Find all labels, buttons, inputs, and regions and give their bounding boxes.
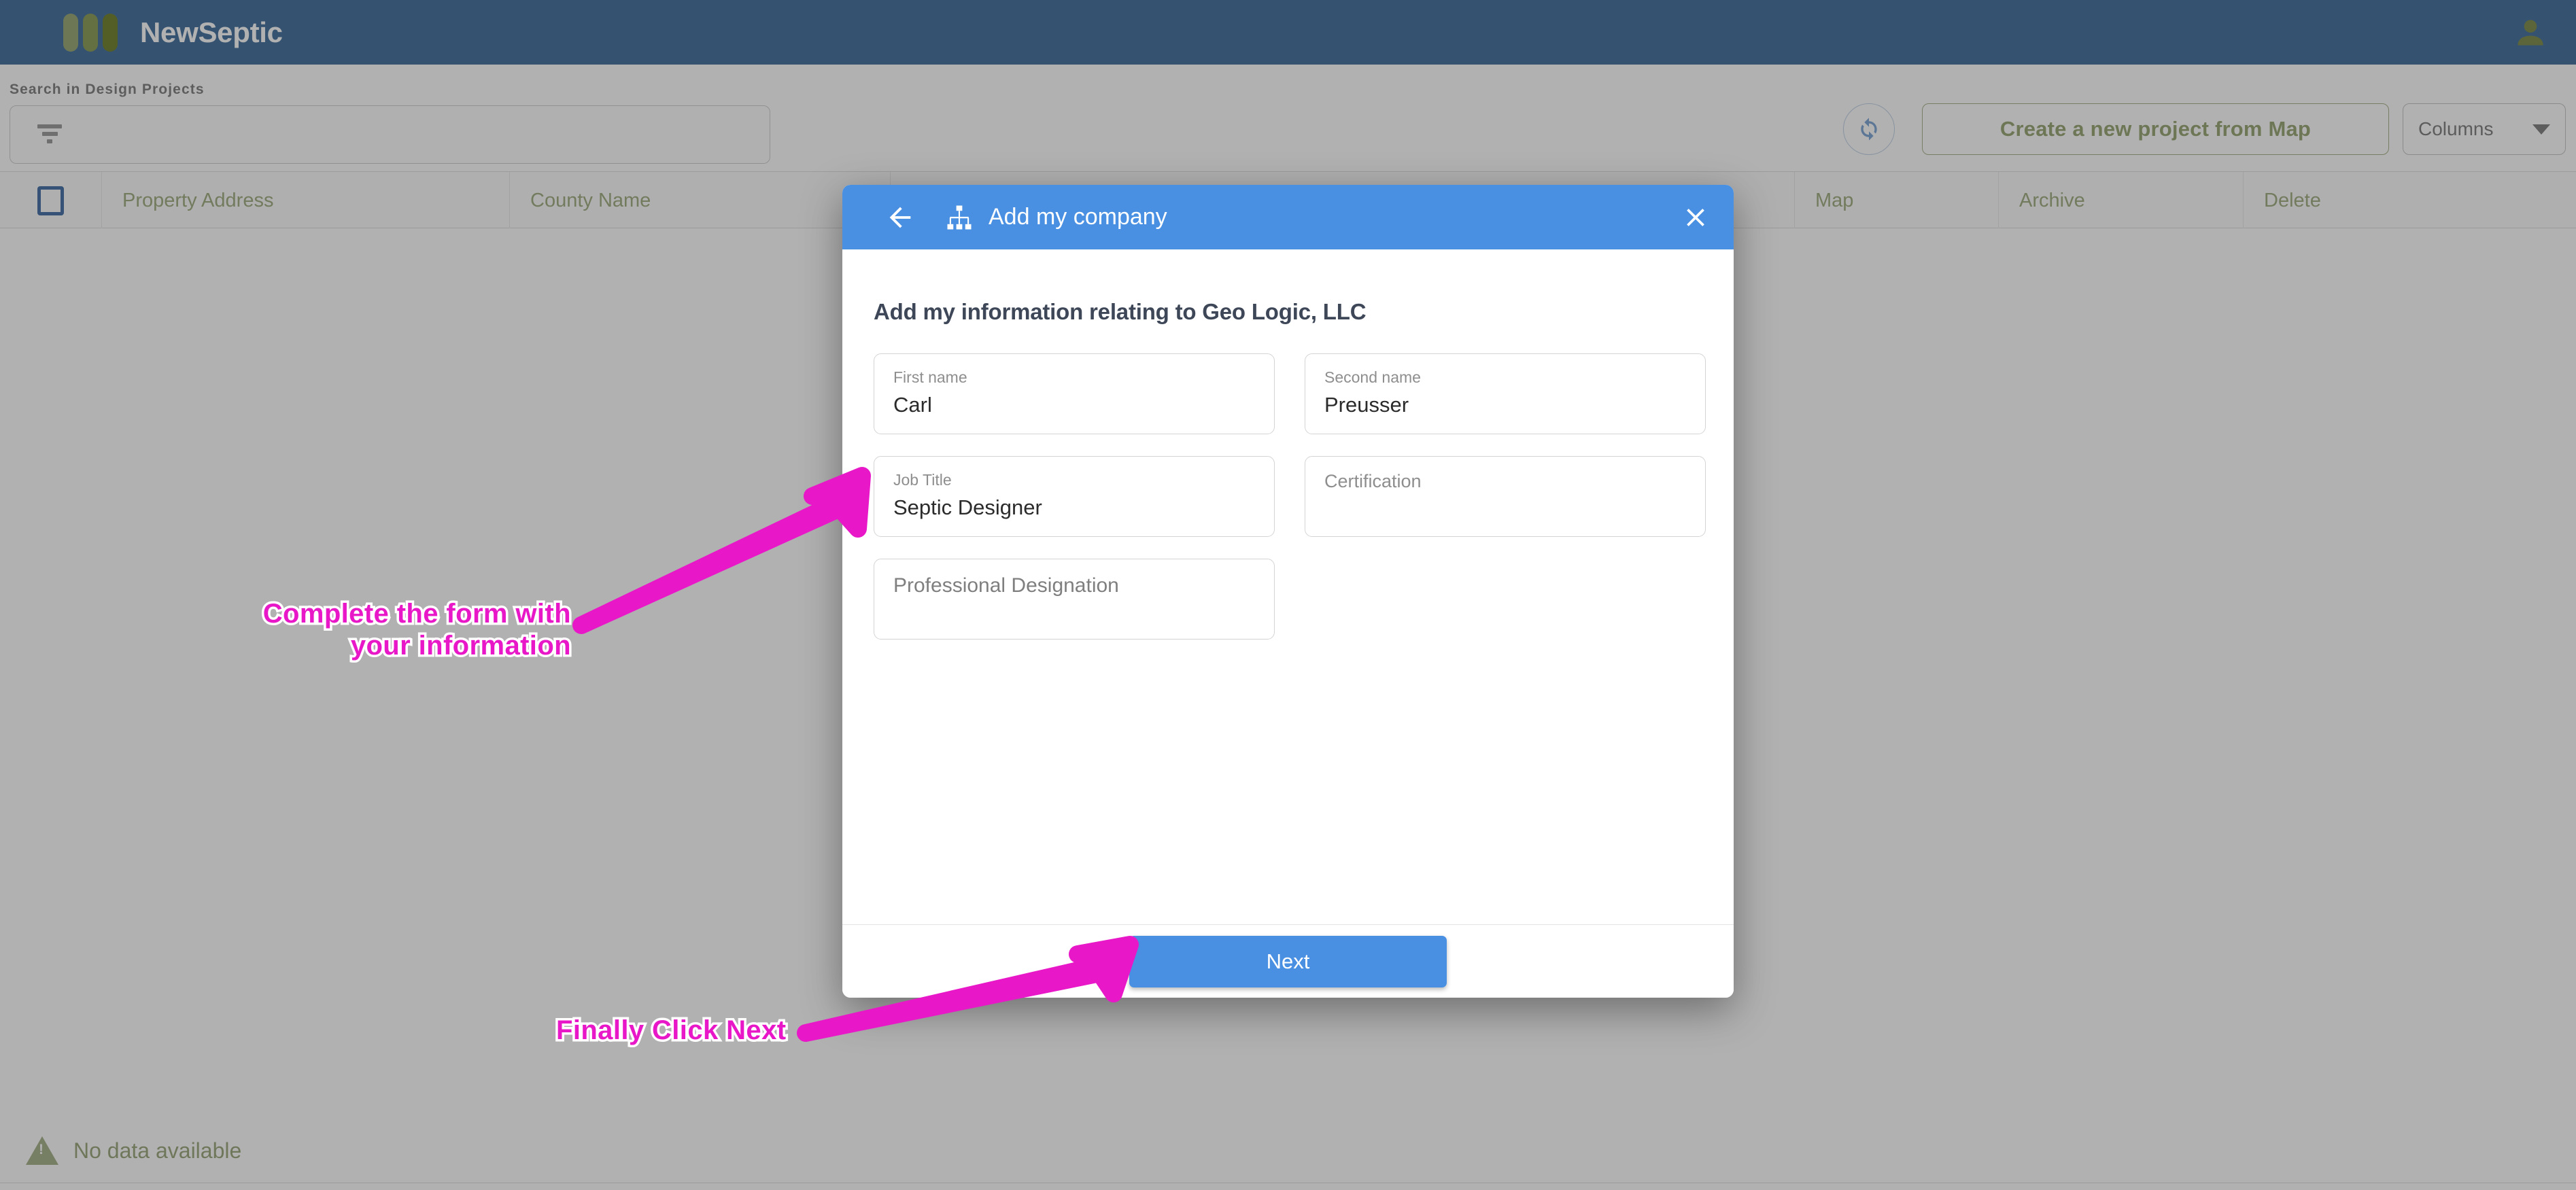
second-name-field[interactable]: Second name Preusser bbox=[1305, 353, 1706, 434]
close-x-icon[interactable] bbox=[1681, 203, 1711, 232]
second-name-value: Preusser bbox=[1324, 393, 1409, 417]
annotation-complete-form-text: Complete the form with your information bbox=[260, 597, 573, 663]
screen-root: NewSeptic Search in Design Projects Crea… bbox=[0, 0, 2576, 1190]
dialog-title: Add my company bbox=[989, 204, 1167, 230]
first-name-label: First name bbox=[893, 368, 967, 386]
professional-designation-field[interactable]: Professional Designation bbox=[874, 559, 1275, 640]
certification-label: Certification bbox=[1324, 471, 1422, 491]
add-my-company-dialog: Add my company Add my information relati… bbox=[842, 185, 1734, 998]
first-name-field[interactable]: First name Carl bbox=[874, 353, 1275, 434]
company-info-form: First name Carl Second name Preusser Job… bbox=[874, 353, 1706, 640]
dialog-footer: Next bbox=[842, 924, 1734, 998]
next-button[interactable]: Next bbox=[1129, 935, 1447, 987]
annotation-click-next-text: Finally Click Next bbox=[553, 1013, 788, 1048]
dialog-body-title: Add my information relating to Geo Logic… bbox=[874, 299, 1367, 324]
first-name-value: Carl bbox=[893, 393, 932, 417]
dialog-header: Add my company bbox=[842, 185, 1734, 249]
second-name-label: Second name bbox=[1324, 368, 1421, 386]
certification-field[interactable]: Certification bbox=[1305, 456, 1706, 537]
job-title-label: Job Title bbox=[893, 471, 952, 489]
org-chart-icon bbox=[947, 205, 972, 229]
job-title-value: Septic Designer bbox=[893, 495, 1042, 520]
dialog-body: Add my information relating to Geo Logic… bbox=[842, 249, 1734, 924]
professional-designation-label: Professional Designation bbox=[893, 574, 1119, 597]
job-title-field[interactable]: Job Title Septic Designer bbox=[874, 456, 1275, 537]
arrow-left-icon[interactable] bbox=[885, 202, 916, 233]
